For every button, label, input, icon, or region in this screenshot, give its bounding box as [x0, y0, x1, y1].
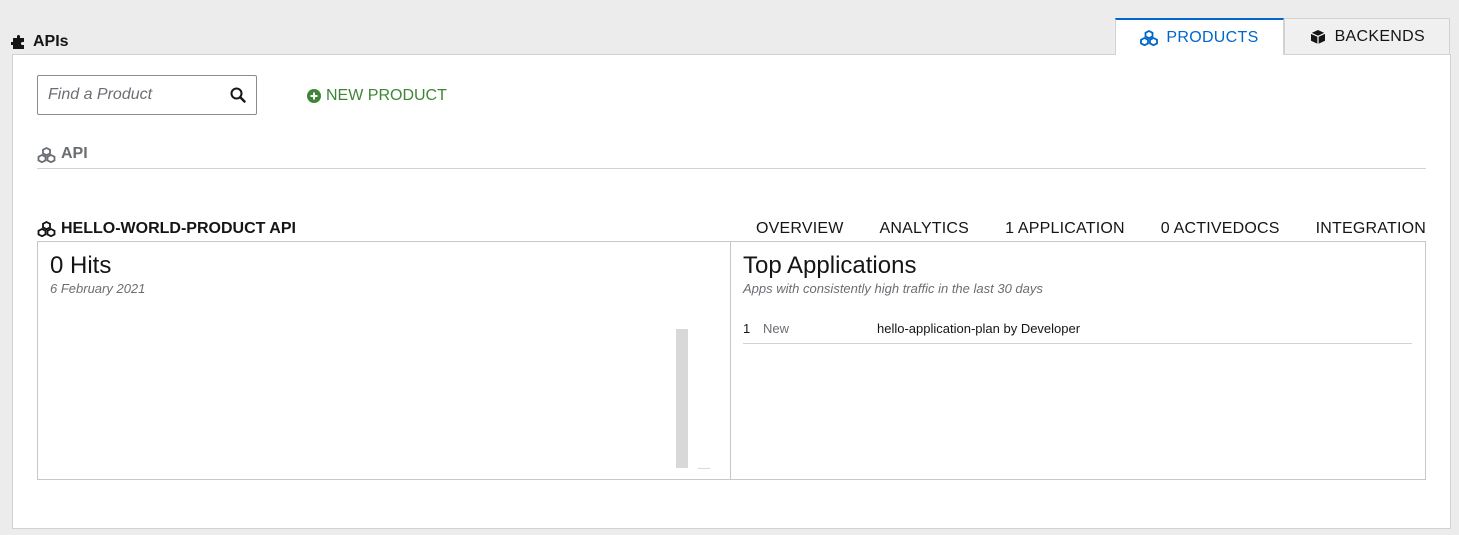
product-nav: OVERVIEW ANALYTICS 1 APPLICATION 0 ACTIV… [756, 220, 1426, 238]
hits-card: 0 Hits 6 February 2021 [38, 242, 731, 479]
puzzle-icon [11, 35, 24, 49]
cubes-icon [37, 147, 56, 163]
product-header: HELLO-WORLD-PRODUCT API OVERVIEW ANALYTI… [37, 217, 1426, 241]
product-name: HELLO-WORLD-PRODUCT API [61, 220, 296, 237]
top-applications-subtitle: Apps with consistently high traffic in t… [743, 281, 1043, 296]
plus-circle-icon [307, 89, 321, 103]
nav-applications[interactable]: 1 APPLICATION [1005, 220, 1125, 238]
hits-title: 0 Hits [50, 252, 112, 279]
search-icon [230, 87, 246, 103]
product-dashboard: 0 Hits 6 February 2021 Top Applications … [37, 241, 1426, 480]
top-applications-card: Top Applications Apps with consistently … [731, 242, 1425, 479]
hits-chart-bar [676, 329, 688, 468]
section-heading: API [37, 145, 1426, 169]
tab-backends-label: BACKENDS [1334, 28, 1425, 45]
tab-backends[interactable]: BACKENDS [1283, 18, 1450, 55]
search-input[interactable] [38, 77, 220, 113]
tab-products[interactable]: PRODUCTS [1115, 18, 1284, 55]
hits-chart-tick [698, 468, 710, 469]
page-title: APIs [11, 33, 69, 51]
tab-products-label: PRODUCTS [1166, 28, 1259, 46]
new-product-label: NEW PRODUCT [326, 87, 447, 104]
app-name-link[interactable]: hello-application-plan by Developer [877, 321, 1080, 336]
products-panel: NEW PRODUCT API HELLO-WORLD-PRODUCT API [12, 54, 1451, 529]
tab-bar: PRODUCTS BACKENDS [1115, 18, 1450, 55]
hits-date: 6 February 2021 [50, 281, 146, 296]
product-search [37, 75, 257, 115]
section-title: API [61, 145, 88, 162]
cube-icon [1310, 30, 1325, 44]
new-product-button[interactable]: NEW PRODUCT [307, 87, 447, 105]
page-title-label: APIs [33, 33, 69, 50]
nav-integration[interactable]: INTEGRATION [1316, 220, 1426, 238]
cubes-icon [37, 221, 56, 237]
top-applications-title: Top Applications [743, 252, 917, 279]
app-rank: 1 [743, 321, 751, 336]
search-button[interactable] [220, 77, 256, 113]
product-title[interactable]: HELLO-WORLD-PRODUCT API [37, 220, 296, 238]
nav-activedocs[interactable]: 0 ACTIVEDOCS [1161, 220, 1280, 238]
app-state: New [763, 321, 790, 336]
cubes-icon [1140, 29, 1159, 46]
nav-overview[interactable]: OVERVIEW [756, 220, 844, 238]
nav-analytics[interactable]: ANALYTICS [880, 220, 970, 238]
list-item: 1 New hello-application-plan by Develope… [743, 314, 1412, 344]
